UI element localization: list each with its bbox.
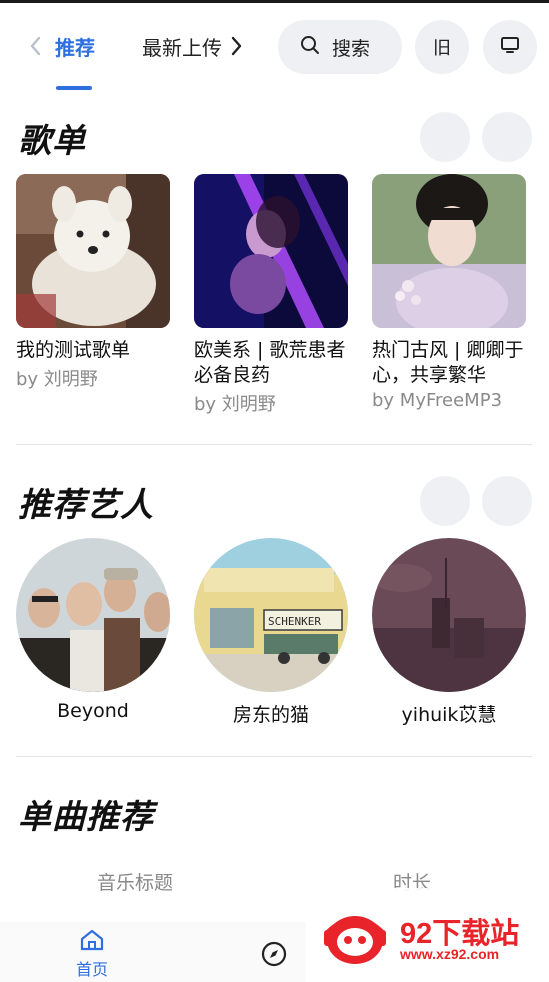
playlist-card[interactable]: 我的测试歌单 by 刘明野 [16, 174, 170, 391]
top-edge-line [0, 0, 549, 3]
artists-prev-button[interactable] [420, 476, 470, 526]
home-icon [79, 929, 105, 956]
old-version-label: 旧 [433, 38, 451, 59]
section-title-songs: 单曲推荐 [18, 797, 154, 836]
top-header: 推荐 最新上传 搜索 旧 [0, 14, 549, 90]
playlist-author: by 刘明野 [16, 369, 98, 390]
section-title-playlists: 歌单 [18, 121, 86, 160]
playlist-cover [372, 174, 526, 328]
compass-icon [260, 941, 288, 972]
search-button[interactable]: 搜索 [278, 20, 402, 74]
playlist-author: by 刘明野 [194, 394, 276, 415]
nav-home-label: 首页 [75, 960, 108, 979]
artist-name: Beyond [57, 700, 129, 722]
artist-card[interactable]: Beyond [16, 538, 170, 722]
playlist-title: 欧美系 | 歌荒患者必备良药 [194, 339, 346, 386]
playlist-title: 我的测试歌单 [16, 339, 131, 361]
artist-name: 房东的猫 [232, 704, 309, 726]
tab-recommend[interactable]: 推荐 [55, 32, 95, 61]
monitor-button[interactable] [483, 20, 537, 74]
playlist-cover [194, 174, 348, 328]
artist-name: yihuik苡慧 [401, 704, 497, 726]
svg-text:SCHENKER: SCHENKER [268, 615, 321, 628]
search-icon [300, 35, 320, 59]
column-header-title: 音乐标题 [97, 872, 174, 894]
watermark-url: www.xz92.com [400, 946, 500, 962]
chevron-right-icon[interactable] [230, 34, 248, 58]
monitor-icon [500, 36, 520, 58]
playlist-title: 热门古风 | 卿卿于心，共享繁华 [372, 339, 524, 386]
old-version-button[interactable]: 旧 [415, 20, 469, 74]
nav-explore-button[interactable] [260, 940, 288, 972]
playlists-next-button[interactable] [482, 112, 532, 162]
playlist-author: by MyFreeMP3 [372, 390, 503, 411]
tab-latest-uploads[interactable]: 最新上传 [142, 32, 224, 61]
chevron-left-icon[interactable] [28, 34, 46, 58]
playlist-card[interactable]: 热门古风 | 卿卿于心，共享繁华 by MyFreeMP3 [372, 174, 526, 411]
avatar [372, 538, 526, 692]
nav-home-button[interactable]: 首页 [70, 928, 114, 980]
watermark-logo-icon [324, 910, 386, 970]
playlists-prev-button[interactable] [420, 112, 470, 162]
section-title-artists: 推荐艺人 [18, 485, 154, 524]
avatar [16, 538, 170, 692]
search-label: 搜索 [332, 37, 371, 60]
avatar: SCHENKER [194, 538, 348, 692]
artist-card[interactable]: yihuik苡慧 [372, 538, 526, 727]
watermark: 92下载站 www.xz92.com [306, 888, 549, 982]
section-divider [16, 756, 532, 757]
artists-next-button[interactable] [482, 476, 532, 526]
artist-card[interactable]: SCHENKER 房东的猫 [194, 538, 348, 727]
tab-active-indicator [56, 86, 92, 90]
playlist-card[interactable]: 欧美系 | 歌荒患者必备良药 by 刘明野 [194, 174, 348, 416]
section-divider [16, 444, 532, 445]
playlist-cover [16, 174, 170, 328]
